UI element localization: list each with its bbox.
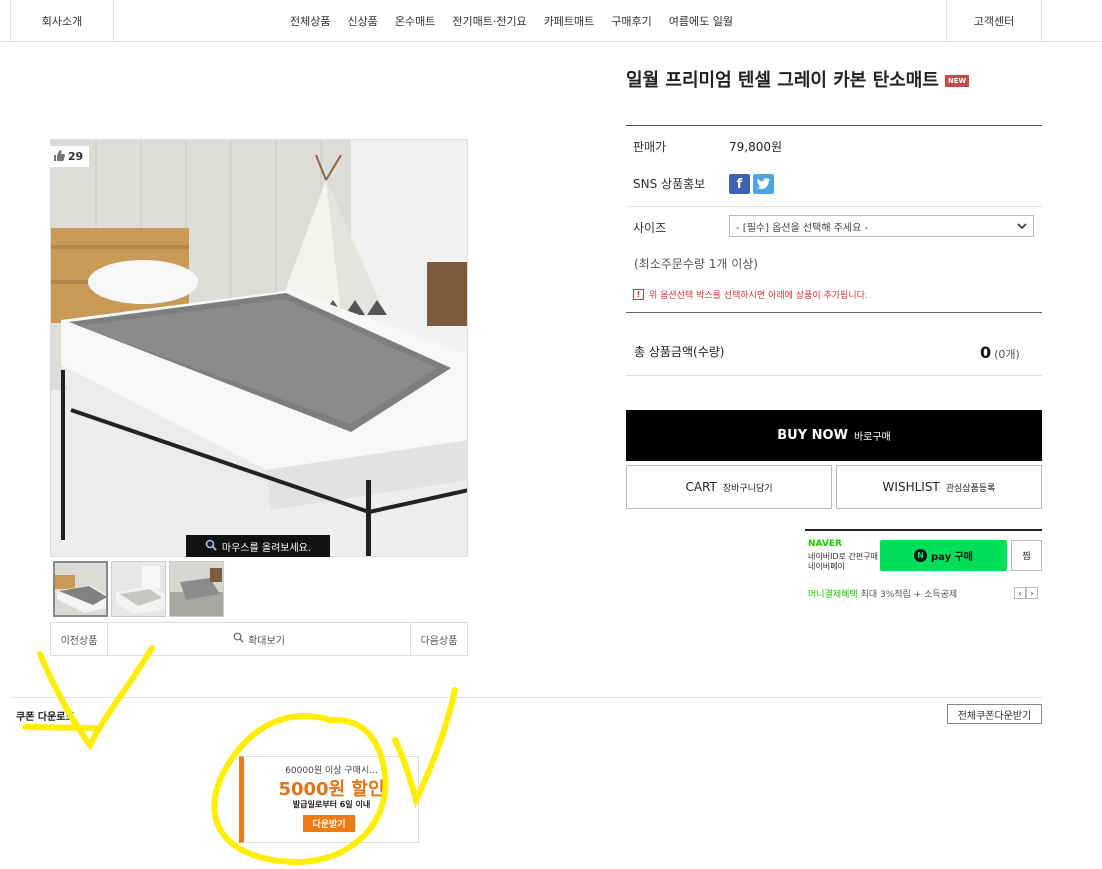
divider (626, 206, 1042, 207)
twitter-icon[interactable] (753, 174, 774, 194)
wishlist-button[interactable]: WISHLIST 관심상품등록 (836, 465, 1042, 509)
benefit-highlight: 머니결제혜택 (808, 590, 858, 600)
sns-label: SNS 상품홍보 (633, 177, 706, 191)
menu-item-summer[interactable]: 여름에도 일월 (669, 13, 733, 29)
chevron-down-icon (1017, 221, 1027, 232)
size-select[interactable]: - [필수] 옵션을 선택해 주세요 - (729, 215, 1034, 237)
image-navigation: 이전상품 확대보기 다음상품 (50, 622, 468, 656)
divider (626, 125, 1042, 126)
menu-item-electric-mat[interactable]: 전기매트·전기요 (452, 13, 526, 29)
chevron-left-icon[interactable]: ‹ (1014, 587, 1026, 599)
option-warning: ! 위 옵션선택 박스를 선택하시면 아래에 상품이 추가됩니다. (633, 288, 868, 301)
coupon-card: 60000원 이상 구매시... 5000원 할인 발급일로부터 6일 이내 다… (239, 756, 419, 843)
divider (626, 312, 1042, 313)
cart-label: CART (685, 480, 717, 494)
company-link[interactable]: 회사소개 (10, 0, 114, 42)
total-label: 총 상품금액(수량) (634, 345, 725, 359)
top-navigation: 회사소개 전체상품 신상품 온수매트 전기매트·전기요 카페트매트 구매후기 여… (0, 0, 1102, 42)
zoom-button[interactable]: 확대보기 (108, 623, 410, 655)
naver-benefit: 머니결제혜택 최대 3%적립 + 소득공제 (808, 587, 957, 600)
prev-product-button[interactable]: 이전상품 (51, 623, 108, 655)
min-order-text: (최소주문수량 1개 이상) (634, 257, 758, 271)
naver-desc-line2: 네이버페이 (808, 562, 845, 571)
search-icon (233, 632, 244, 646)
thumbnail-3[interactable] (169, 561, 224, 617)
coupon-section-title: 쿠폰 다운로드 (16, 712, 75, 723)
chevron-right-icon[interactable]: › (1026, 587, 1038, 599)
sns-share: f (729, 174, 774, 194)
warning-icon: ! (633, 289, 644, 300)
benefit-text: 최대 3%적립 + 소득공제 (860, 590, 958, 600)
customer-center-link[interactable]: 고객센터 (946, 0, 1042, 42)
product-title-row: 일월 프리미엄 텐셀 그레이 카본 탄소매트 NEW (626, 66, 970, 92)
naver-pay-box: NAVER 네이버ID로 간편구매 네이버페이 N pay 구매 찜 머니결제혜… (805, 529, 1042, 601)
menu-item-hot-water-mat[interactable]: 온수매트 (395, 13, 435, 29)
thumbnail-strip (53, 561, 224, 617)
like-badge[interactable]: 29 (47, 146, 89, 167)
benefit-pager: ‹ › (1014, 587, 1038, 599)
total-value: 0 (980, 343, 992, 362)
total-count: (0개) (994, 348, 1020, 361)
naver-logo: NAVER (808, 539, 842, 549)
download-all-coupons-button[interactable]: 전체쿠폰다운받기 (947, 704, 1042, 724)
naver-pay-button[interactable]: N pay 구매 (880, 540, 1007, 571)
zzim-button[interactable]: 찜 (1011, 540, 1042, 571)
magnifier-icon (205, 539, 217, 554)
divider (626, 375, 1042, 376)
menu-item-all[interactable]: 전체상품 (290, 13, 330, 29)
naver-n-icon: N (914, 549, 927, 562)
price-label: 판매가 (633, 140, 667, 154)
size-select-value: - [필수] 옵션을 선택해 주세요 - (736, 222, 869, 234)
thumbs-up-icon (53, 149, 65, 164)
total-amount: 0 (0개) (980, 343, 1020, 362)
coupon-discount: 5000원 할인 (278, 779, 385, 800)
naver-pay-label: pay 구매 (931, 552, 973, 563)
naver-desc-line1: 네이버ID로 간편구매 (808, 552, 878, 561)
buy-now-button[interactable]: BUY NOW 바로구매 (626, 410, 1042, 461)
divider (10, 697, 1042, 698)
menu-item-reviews[interactable]: 구매후기 (611, 13, 651, 29)
wishlist-label: WISHLIST (882, 480, 940, 494)
zoom-label: 확대보기 (248, 635, 285, 647)
buy-now-label: BUY NOW (777, 428, 848, 443)
buy-now-sublabel: 바로구매 (853, 432, 891, 443)
add-to-cart-button[interactable]: CART 장바구니담기 (626, 465, 832, 509)
wishlist-sublabel: 관심상품등록 (945, 483, 996, 494)
size-label: 사이즈 (633, 221, 667, 235)
new-badge: NEW (944, 75, 970, 87)
coupon-download-button[interactable]: 다운받기 (303, 815, 355, 832)
menu-item-new[interactable]: 신상품 (347, 13, 377, 29)
price-value: 79,800원 (729, 140, 783, 154)
main-menu: 전체상품 신상품 온수매트 전기매트·전기요 카페트매트 구매후기 여름에도 일… (290, 0, 733, 42)
thumbnail-2[interactable] (111, 561, 166, 617)
like-count: 29 (67, 150, 84, 163)
cart-sublabel: 장바구니담기 (722, 483, 773, 494)
product-title: 일월 프리미엄 텐셀 그레이 카본 탄소매트 (626, 70, 939, 91)
next-product-button[interactable]: 다음상품 (410, 623, 467, 655)
zoom-hint-tooltip: 마우스를 올려보세요. (186, 535, 330, 557)
warning-text: 위 옵션선택 박스를 선택하시면 아래에 상품이 추가됩니다. (649, 291, 868, 301)
menu-item-carpet-mat[interactable]: 카페트매트 (544, 13, 595, 29)
facebook-icon[interactable]: f (729, 174, 750, 194)
naver-desc: 네이버ID로 간편구매 네이버페이 (808, 552, 878, 572)
product-main-image[interactable] (50, 139, 468, 557)
thumbnail-1[interactable] (53, 561, 108, 617)
coupon-validity: 발급일로부터 6일 이내 (292, 800, 371, 809)
zoom-hint-text: 마우스를 올려보세요. (221, 542, 312, 554)
